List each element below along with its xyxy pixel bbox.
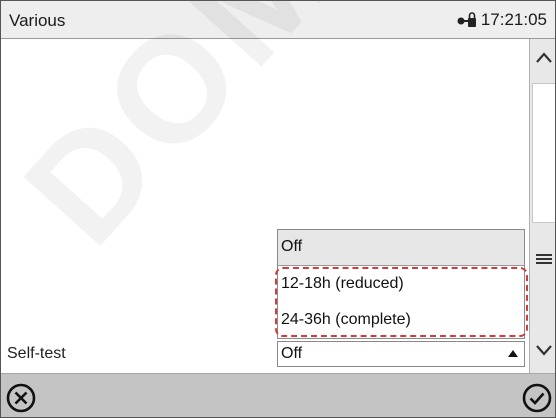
clock-time: 17:21:05 xyxy=(480,10,547,29)
self-test-select[interactable]: Off xyxy=(277,341,525,367)
option-reduced[interactable]: 12-18h (reduced) xyxy=(278,267,524,303)
scroll-thumb[interactable] xyxy=(532,83,555,223)
scroll-up-button[interactable] xyxy=(530,47,555,77)
scrollbar[interactable] xyxy=(529,39,555,373)
chevron-up-icon xyxy=(536,52,552,63)
scroll-down-button[interactable] xyxy=(530,339,555,369)
footer-bar xyxy=(1,373,555,417)
menu-icon xyxy=(536,254,552,264)
cancel-circle-icon[interactable] xyxy=(5,382,37,414)
dropdown-arrow-icon xyxy=(508,350,518,357)
self-test-label: Self-test xyxy=(7,345,66,362)
option-off[interactable]: Off xyxy=(278,230,524,266)
confirm-check-icon[interactable] xyxy=(521,382,553,414)
header-bar: Various 17:21:05 xyxy=(1,1,555,39)
status-area: 17:21:05 xyxy=(457,10,547,30)
page-title: Various xyxy=(9,11,66,30)
option-complete[interactable]: 24-36h (complete) xyxy=(278,303,524,339)
dialog-window: Various 17:21:05 DOMINI xyxy=(0,0,556,418)
self-test-options-list[interactable]: Off 12-18h (reduced) 24-36h (complete) xyxy=(277,229,525,339)
chevron-down-icon xyxy=(536,345,552,356)
scroll-menu-button[interactable] xyxy=(530,247,555,271)
lock-key-icon xyxy=(457,12,476,27)
self-test-value: Off xyxy=(281,345,303,362)
